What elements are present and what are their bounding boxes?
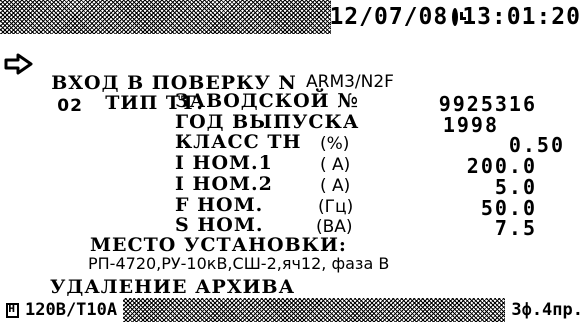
delete-archive-action[interactable]: УДАЛЕНИЕ АРХИВА (50, 276, 295, 298)
footer-bar: 120В/Т10А 3ф.4пр. (0, 298, 587, 322)
field-label: I НОМ.1 (175, 152, 273, 174)
field-value: 7.5 (494, 216, 537, 240)
footer-right: 3ф.4пр. (505, 298, 587, 322)
verification-number: 02 (57, 96, 83, 116)
field-unit: (Гц) (318, 197, 354, 217)
type-value: ARM3/N2F (306, 72, 394, 92)
date-display: 12/07/08 (329, 4, 449, 30)
input-range: 120В/Т10А (25, 300, 118, 320)
cursor-arrow-icon (4, 53, 33, 75)
field-value: 1998 (442, 113, 499, 137)
location-label: МЕСТО УСТАНОВКИ: (90, 234, 347, 256)
datetime-display: 12/07/08 13:01:20 (329, 0, 587, 34)
field-label: S НОМ. (175, 214, 264, 236)
status-bar: 12/07/08 13:01:20 (0, 0, 587, 34)
field-unit: ( A) (320, 155, 351, 175)
field-label: I НОМ.2 (175, 173, 273, 195)
connection-scheme: 3ф.4пр. (511, 300, 583, 320)
clock-icon (452, 8, 467, 26)
field-unit: ( A) (320, 176, 351, 196)
time-display: 13:01:20 (462, 4, 581, 30)
footer-left: 120В/Т10А (0, 298, 124, 322)
field-label: ЗАВОДСКОЙ № (175, 90, 359, 112)
field-label: КЛАСС ТН (175, 131, 302, 153)
field-unit: (%) (320, 134, 350, 154)
field-label: ГОД ВЫПУСКА (175, 111, 360, 133)
mode-icon (6, 301, 19, 318)
location-value: РП-4720,РУ-10кВ,СШ-2,яч12, фаза В (88, 254, 390, 273)
field-label: F НОМ. (175, 194, 264, 216)
